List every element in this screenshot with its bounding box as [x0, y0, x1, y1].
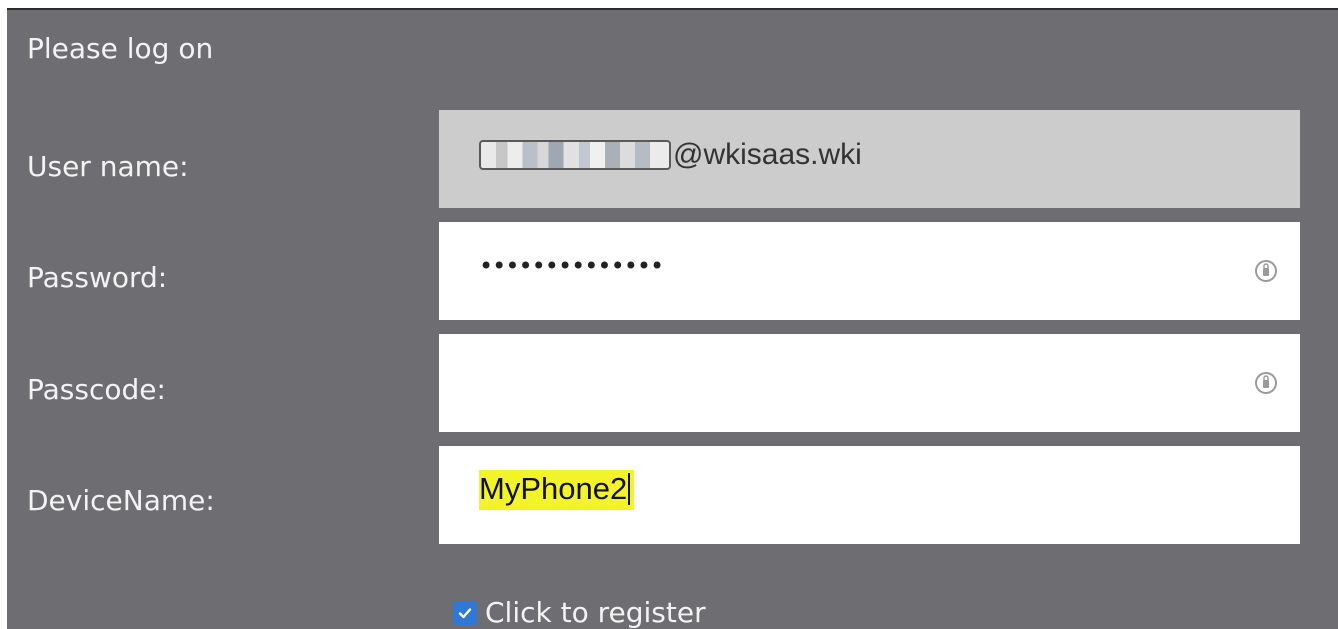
credential-key-icon[interactable] [1254, 371, 1278, 395]
register-label: Click to register [485, 596, 706, 629]
register-checkbox[interactable] [453, 600, 477, 625]
logon-dialog: Please log on User name: @wkisaas.wki Pa… [7, 8, 1338, 629]
username-value: @wkisaas.wki [479, 138, 862, 172]
username-field: @wkisaas.wki [439, 110, 1300, 208]
device-name-value-highlight: MyPhone2 [479, 470, 635, 510]
password-masked-value: •••••••••••••• [479, 252, 664, 280]
passcode-label: Passcode: [27, 373, 166, 406]
text-caret [628, 473, 631, 505]
credential-key-icon[interactable] [1254, 259, 1278, 283]
dialog-title: Please log on [27, 32, 214, 65]
device-name-field[interactable]: MyPhone2 [439, 446, 1300, 544]
checkmark-icon [458, 607, 472, 618]
password-label: Password: [27, 261, 168, 294]
device-name-value: MyPhone2 [479, 471, 628, 506]
device-name-label: DeviceName: [27, 484, 215, 517]
password-field[interactable]: •••••••••••••• [439, 222, 1300, 320]
passcode-field[interactable] [439, 334, 1300, 432]
register-option[interactable]: Click to register [453, 596, 706, 629]
username-domain-suffix: @wkisaas.wki [673, 138, 862, 171]
redacted-username [479, 140, 671, 170]
username-label: User name: [27, 150, 189, 183]
